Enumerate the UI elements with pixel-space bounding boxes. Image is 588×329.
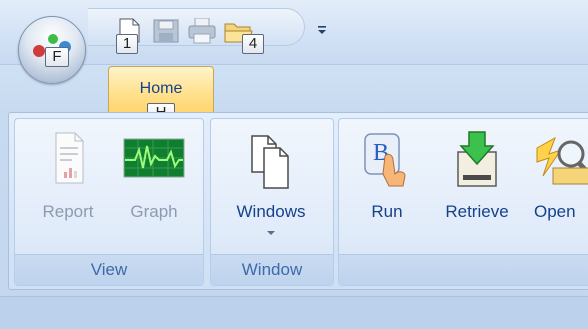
qat-open-button[interactable]: 4 — [222, 18, 264, 54]
qat-save-button[interactable] — [150, 18, 184, 44]
group-window-label: Window — [211, 254, 333, 285]
windows-label: Windows — [236, 202, 306, 221]
windows-button[interactable]: Windows — [218, 130, 324, 235]
open-search-icon — [536, 136, 588, 185]
tab-home[interactable]: Home H — [108, 66, 214, 123]
qat-open-keytip: 4 — [242, 34, 264, 54]
save-icon — [153, 19, 179, 43]
retrieve-label: Retrieve — [445, 202, 509, 221]
workspace-band — [0, 296, 588, 329]
run-icon: B — [364, 133, 406, 187]
graph-icon — [123, 138, 185, 178]
title-bar: 1 4 — [0, 0, 588, 65]
retrieve-button[interactable]: Retrieve — [432, 130, 522, 230]
app-button-keytip: F — [45, 47, 69, 67]
open-label: Open — [534, 202, 576, 221]
graph-button[interactable]: Graph — [118, 130, 190, 230]
tab-home-label: Home — [139, 80, 183, 97]
chevron-down-icon — [318, 26, 326, 34]
report-label: Report — [42, 202, 94, 221]
graph-label: Graph — [130, 202, 178, 221]
print-icon — [188, 18, 216, 44]
report-button[interactable]: Report — [30, 130, 106, 230]
group-actions-label — [339, 254, 588, 285]
windows-icon — [251, 135, 289, 189]
retrieve-icon — [457, 131, 497, 187]
qat-new-keytip: 1 — [116, 34, 138, 54]
application-button[interactable]: F — [18, 16, 86, 84]
dropdown-arrow-icon — [267, 231, 275, 235]
open-button[interactable]: Open — [530, 130, 588, 230]
quick-access-toolbar: 1 4 — [88, 8, 305, 54]
qat-customize-button[interactable] — [316, 24, 330, 38]
report-icon — [55, 132, 84, 184]
qat-new-button[interactable]: 1 — [114, 18, 148, 54]
qat-print-button[interactable] — [186, 18, 220, 44]
group-view-label: View — [15, 254, 203, 285]
run-button[interactable]: B Run — [352, 130, 422, 230]
ribbon-window: 1 4 F Home View Report Graph Window Wind… — [0, 0, 588, 329]
run-label: Run — [371, 202, 403, 221]
